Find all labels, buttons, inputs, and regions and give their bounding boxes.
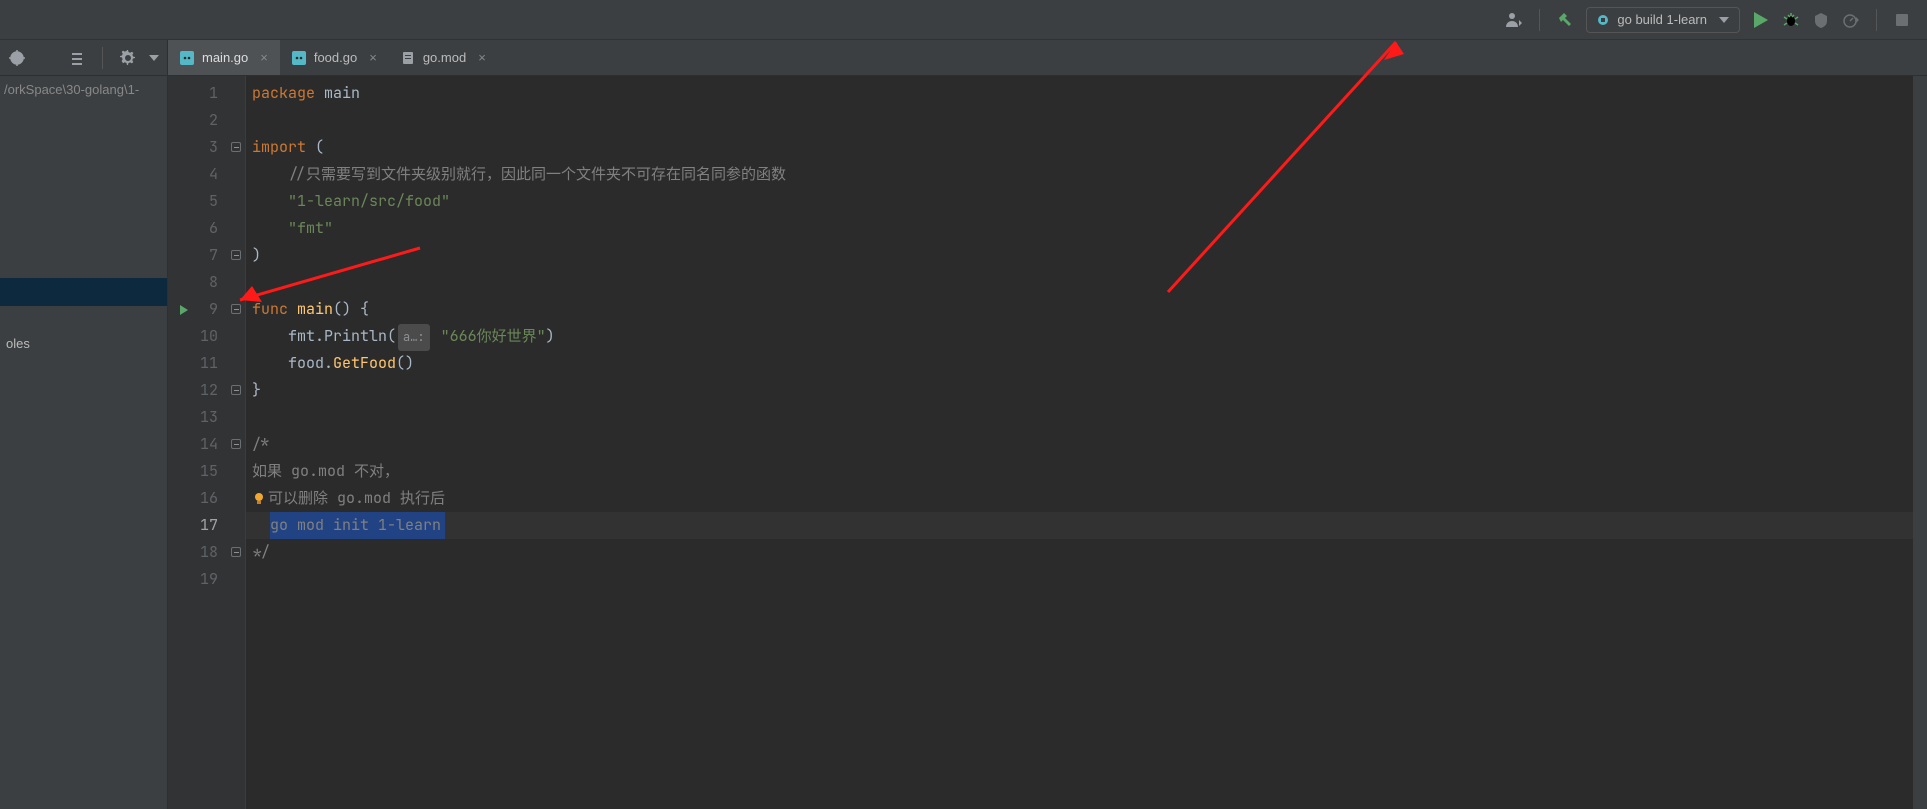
hammer-build-icon[interactable] [1554, 9, 1576, 31]
chevron-down-icon[interactable] [149, 47, 159, 69]
fold-end[interactable] [231, 547, 241, 557]
main-toolbar: go build 1-learn [0, 0, 1927, 40]
sidebar-tree-label[interactable]: oles [0, 332, 36, 355]
target-icon[interactable] [8, 47, 26, 69]
line-number-gutter: 12345678910111213141516171819 [168, 76, 228, 809]
tab-food-go[interactable]: food.go × [280, 40, 389, 75]
fold-column[interactable] [228, 76, 246, 809]
fold-toggle[interactable] [231, 304, 241, 314]
tab-go-mod[interactable]: go.mod × [389, 40, 498, 75]
coverage-icon[interactable] [1810, 9, 1832, 31]
profiler-icon[interactable] [1840, 9, 1862, 31]
user-icon[interactable] [1503, 9, 1525, 31]
code-area[interactable]: package mainimport ( //只需要写到文件夹级别就行，因此同一… [246, 76, 1927, 809]
tab-label: food.go [314, 50, 357, 65]
fold-toggle[interactable] [231, 439, 241, 449]
fold-toggle[interactable] [231, 142, 241, 152]
sidebar-selected-row[interactable] [0, 278, 167, 306]
collapse-all-icon[interactable] [68, 47, 86, 69]
debug-icon[interactable] [1780, 9, 1802, 31]
fold-end[interactable] [231, 250, 241, 260]
gear-icon[interactable] [119, 47, 137, 69]
gutter-run-icon[interactable] [180, 305, 188, 315]
project-path-fragment: /orkSpace\30-golang\1- [0, 76, 167, 103]
project-sidebar: /orkSpace\30-golang\1- oles [0, 40, 168, 809]
run-icon[interactable] [1750, 9, 1772, 31]
tab-label: go.mod [423, 50, 466, 65]
run-configuration-selector[interactable]: go build 1-learn [1586, 7, 1740, 33]
tab-main-go[interactable]: main.go × [168, 40, 280, 75]
code-editor[interactable]: 12345678910111213141516171819 package ma… [168, 76, 1927, 809]
tab-label: main.go [202, 50, 248, 65]
editor-tabs: main.go × food.go × go.mod × [168, 40, 1927, 76]
stop-icon[interactable] [1891, 9, 1913, 31]
expand-all-icon[interactable] [38, 47, 56, 69]
sidebar-toolbar [0, 40, 167, 76]
run-config-label: go build 1-learn [1617, 12, 1707, 27]
close-icon[interactable]: × [260, 50, 268, 65]
close-icon[interactable]: × [478, 50, 486, 65]
close-icon[interactable]: × [369, 50, 377, 65]
editor-scrollbar[interactable] [1913, 76, 1927, 809]
fold-end[interactable] [231, 385, 241, 395]
